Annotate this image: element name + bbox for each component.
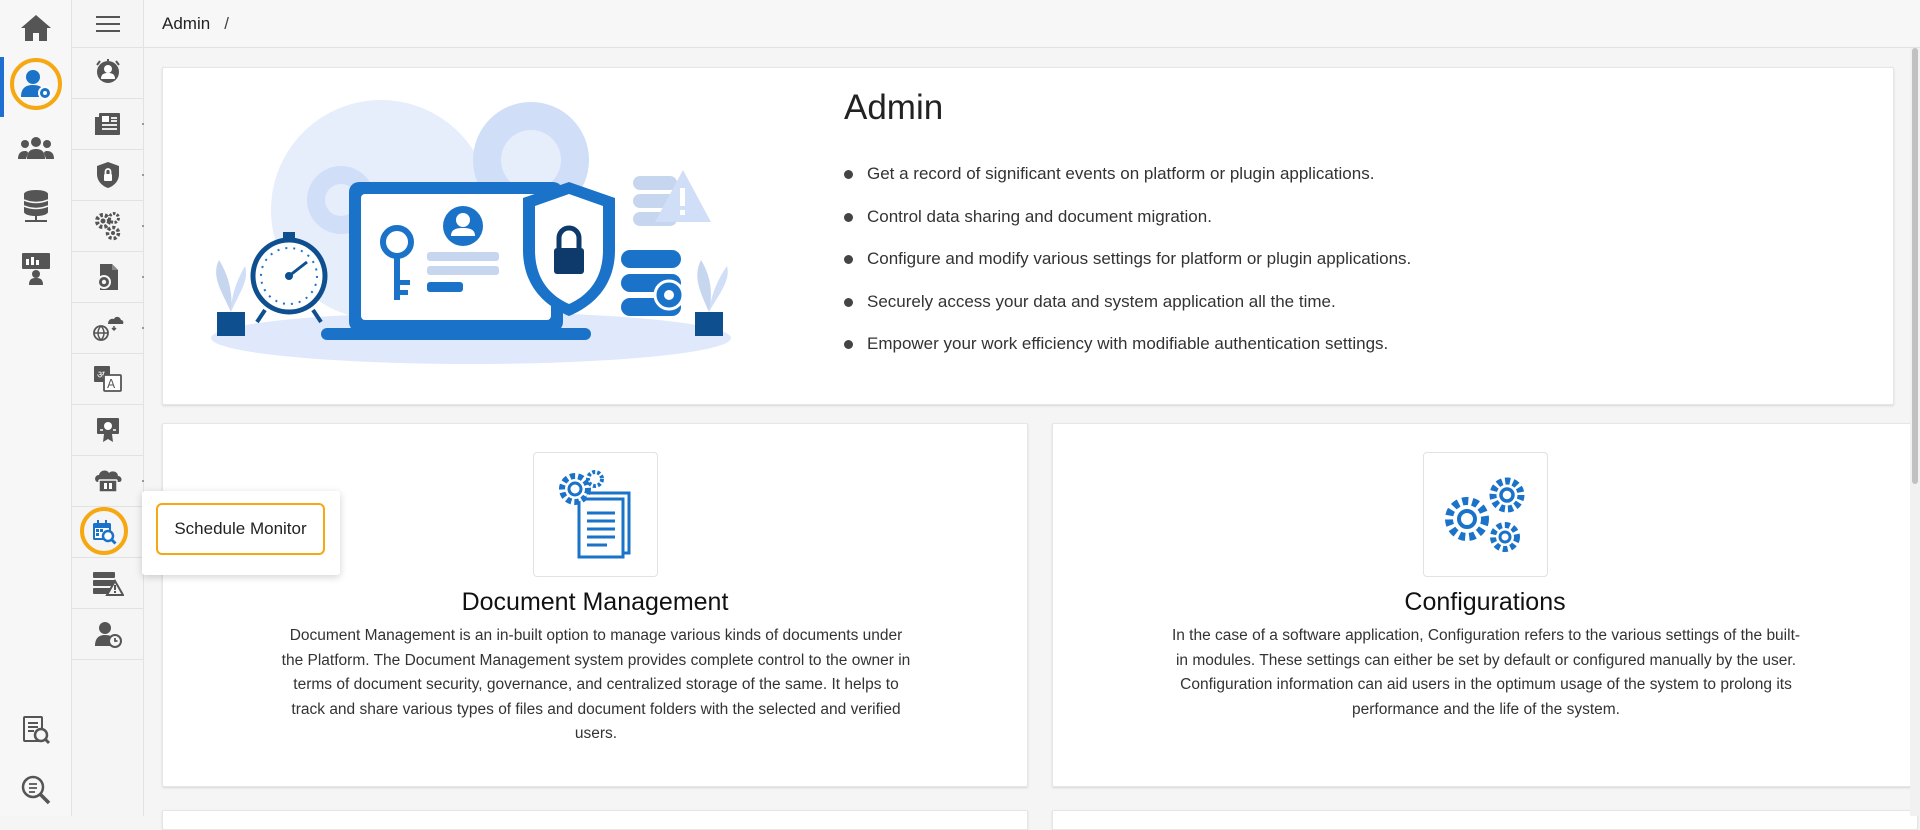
presentation-nav-item[interactable] bbox=[0, 240, 72, 296]
gears-icon bbox=[95, 212, 121, 241]
gears-icon bbox=[1444, 477, 1524, 552]
shield-lock-icon bbox=[97, 162, 119, 188]
next-card-right[interactable] bbox=[1052, 810, 1918, 830]
submenu-license[interactable] bbox=[72, 405, 144, 456]
scrollbar-thumb[interactable] bbox=[1912, 48, 1918, 484]
globe-cloud-icon bbox=[93, 316, 124, 342]
breadcrumb-separator: / bbox=[224, 13, 229, 33]
list-item-text: Get a record of significant events on pl… bbox=[867, 164, 1375, 183]
document-gear-icon bbox=[97, 264, 118, 290]
main-content: Admin Get a record of significant events… bbox=[144, 48, 1920, 830]
translate-icon: अA bbox=[94, 366, 122, 392]
list-item: Configure and modify various settings fo… bbox=[844, 249, 1411, 292]
breadcrumb: Admin / bbox=[144, 0, 1920, 48]
svg-text:A: A bbox=[107, 377, 116, 391]
submenu-cloud-server[interactable] bbox=[72, 456, 144, 507]
next-card-left[interactable] bbox=[162, 810, 1028, 830]
submenu-server-alerts[interactable] bbox=[72, 558, 144, 609]
breadcrumb-current[interactable]: Admin bbox=[162, 14, 210, 34]
users-group-icon bbox=[18, 137, 54, 159]
reports-nav-item[interactable] bbox=[0, 702, 72, 758]
bullet-icon bbox=[844, 255, 853, 264]
submenu-schedule-monitor[interactable] bbox=[72, 507, 144, 558]
highlight-ring bbox=[80, 507, 128, 555]
list-item: Empower your work efficiency with modifi… bbox=[844, 334, 1411, 377]
configurations-card[interactable]: Configurations In the case of a software… bbox=[1052, 423, 1918, 787]
database-icon bbox=[23, 190, 49, 222]
feature-bullet-list: Get a record of significant events on pl… bbox=[844, 164, 1411, 377]
audit-document-icon bbox=[95, 113, 120, 135]
list-item: Securely access your data and system app… bbox=[844, 292, 1411, 335]
admin-illustration bbox=[211, 100, 731, 364]
hamburger-menu-icon bbox=[96, 15, 120, 32]
presentation-icon bbox=[22, 253, 50, 285]
bullet-icon bbox=[844, 297, 853, 307]
bullet-icon bbox=[844, 170, 853, 179]
data-search-nav-item[interactable] bbox=[0, 762, 72, 818]
submenu-data-sharing[interactable] bbox=[72, 303, 144, 354]
list-item-text: Control data sharing and document migrat… bbox=[867, 206, 1212, 226]
card-description: In the case of a software application, C… bbox=[1171, 627, 1801, 718]
card-title: Document Management bbox=[461, 588, 729, 616]
tooltip-label: Schedule Monitor bbox=[156, 503, 325, 555]
submenu-security[interactable] bbox=[72, 150, 144, 201]
list-item: Get a record of significant events on pl… bbox=[844, 164, 1411, 207]
data-nav-item[interactable] bbox=[0, 178, 72, 234]
bullet-icon bbox=[844, 212, 853, 222]
schedule-monitor-tooltip: Schedule Monitor bbox=[142, 491, 340, 575]
document-management-icon-box bbox=[533, 452, 658, 577]
list-item-text: Securely access your data and system app… bbox=[867, 291, 1336, 311]
configurations-icon-box bbox=[1423, 452, 1548, 577]
list-item-text: Empower your work efficiency with modifi… bbox=[867, 334, 1389, 353]
menu-toggle-button[interactable] bbox=[72, 0, 144, 48]
admin-nav-item[interactable] bbox=[0, 57, 72, 117]
page-scrollbar[interactable] bbox=[1910, 48, 1920, 816]
server-warning-icon bbox=[93, 572, 124, 596]
document-gear-icon bbox=[558, 469, 630, 558]
report-search-icon bbox=[23, 716, 51, 745]
certificate-icon bbox=[97, 418, 119, 442]
admin-overview-card: Admin Get a record of significant events… bbox=[162, 67, 1894, 405]
list-item-text: Configure and modify various settings fo… bbox=[867, 249, 1412, 268]
highlight-ring bbox=[10, 58, 62, 110]
users-nav-item[interactable] bbox=[0, 120, 72, 176]
card-description: Document Management is an in-built optio… bbox=[281, 627, 911, 742]
document-management-card[interactable]: Document Management Document Management … bbox=[162, 423, 1028, 787]
submenu-audit[interactable] bbox=[72, 99, 144, 150]
page-title: Admin bbox=[844, 88, 944, 127]
submenu-language[interactable]: अA bbox=[72, 354, 144, 405]
primary-nav-rail bbox=[0, 0, 72, 816]
user-badge-icon bbox=[96, 59, 120, 83]
cloud-server-icon bbox=[95, 470, 122, 493]
admin-submenu: अA bbox=[72, 0, 144, 816]
card-title: Configurations bbox=[1404, 588, 1566, 616]
home-nav-item[interactable] bbox=[0, 0, 72, 56]
user-clock-icon bbox=[95, 622, 122, 648]
home-icon bbox=[21, 15, 51, 41]
submenu-configurations[interactable] bbox=[72, 201, 144, 252]
bullet-icon bbox=[844, 340, 853, 349]
data-search-icon bbox=[21, 775, 51, 805]
submenu-user-sessions[interactable] bbox=[72, 609, 144, 660]
list-item: Control data sharing and document migrat… bbox=[844, 207, 1411, 250]
submenu-user-badge[interactable] bbox=[72, 48, 144, 99]
submenu-document-management[interactable] bbox=[72, 252, 144, 303]
